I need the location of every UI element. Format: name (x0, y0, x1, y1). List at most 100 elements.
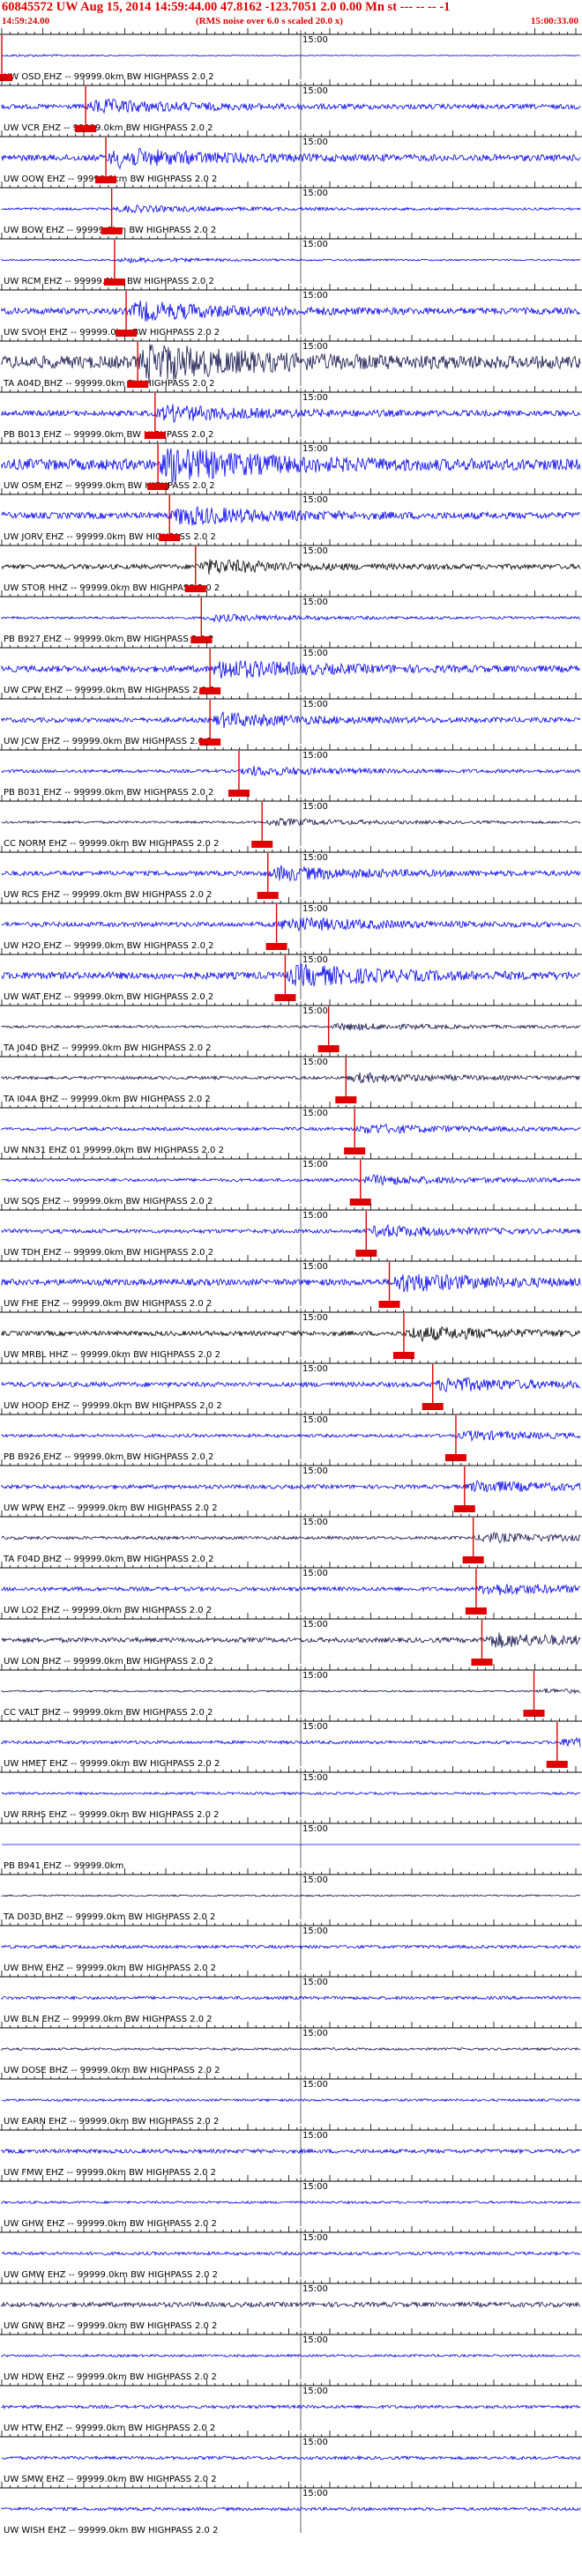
waveform (1, 98, 581, 115)
phase-pick-flag (546, 1761, 568, 1768)
station-label: UW JCW EHZ -- 99999.0km BW HIGHPASS 2.0 … (4, 737, 213, 746)
minute-tick-label: 15:00 (302, 2489, 328, 2498)
trace-row: 15:00 UW OSD EHZ -- 99999.0km BW HIGHPASS… (0, 28, 582, 82)
station-label: UW RCS EHZ -- 99999.0km BW HIGHPASS 2.0 … (4, 890, 213, 900)
minute-tick-label: 15:00 (302, 137, 328, 147)
station-label: TA I04A BHZ -- 99999.0km BW HIGHPASS 2.0… (3, 1095, 211, 1104)
waveform (1, 1791, 580, 1796)
phase-pick-flag (101, 227, 123, 234)
minute-tick-label: 15:00 (302, 2131, 328, 2141)
station-label: UW EARN EHZ -- 99999.0km BW HIGHPASS 2.0… (4, 2117, 219, 2127)
trace-row: 15:00 UW LON BHZ -- 99999.0km BW HIGHPASS… (0, 1613, 582, 1667)
station-label: UW CPW EHZ -- 99999.0km BW HIGHPASS 2.0 … (4, 686, 215, 695)
trace-row: 15:00 UW NN31 EHZ 01 99999.0km BW HIGHPAS… (0, 1102, 582, 1155)
trace-row: 15:00 TA D03D BHZ -- 99999.0km BW HIGHPAS… (0, 1868, 582, 1922)
waveform (1, 1325, 581, 1343)
station-label: UW BHW EHZ -- 99999.0km BW HIGHPASS 2.0 … (4, 1964, 216, 1973)
trace-row: 15:00 PB B031 EHZ -- 99999.0km BW HIGHPAS… (0, 744, 582, 798)
seismogram-panel: 15:00 UW OSD EHZ -- 99999.0km BW HIGHPASS… (0, 0, 582, 2576)
station-label: UW NN31 EHZ 01 99999.0km BW HIGHPASS 2.0… (4, 1146, 224, 1155)
station-label: UW OSD EHZ -- 99999.0km BW HIGHPASS 2.0 … (4, 72, 214, 82)
waveform (1, 1480, 581, 1493)
minute-tick-label: 15:00 (302, 393, 328, 403)
minute-tick-label: 15:00 (302, 955, 328, 965)
phase-pick-flag (453, 1505, 475, 1512)
phase-pick-flag (344, 1147, 366, 1154)
trace-row: 15:00 UW WISH EHZ -- 99999.0km BW HIGHPAS… (0, 2482, 582, 2535)
trace-row: 15:00 UW WPW EHZ -- 99999.0km BW HIGHPASS… (0, 1459, 582, 1513)
phase-pick-flag (147, 483, 169, 490)
minute-tick-label: 15:00 (302, 189, 328, 198)
waveform (1, 1072, 581, 1084)
station-label: TA J04D BHZ -- 99999.0km BW HIGHPASS 2.0… (3, 1043, 212, 1053)
trace-row: 15:00 UW VCR EHZ -- 99999.0km BW HIGHPASS… (0, 79, 582, 133)
waveform (1, 2097, 581, 2103)
minute-tick-label: 15:00 (302, 291, 328, 301)
minute-tick-label: 15:00 (302, 240, 328, 249)
phase-pick-flag (228, 790, 250, 797)
station-label: UW RRHS EHZ -- 99999.0km BW HIGHPASS 2.0… (4, 1810, 220, 1820)
minute-tick-label: 15:00 (302, 1262, 328, 1272)
waveform (1, 2505, 581, 2512)
trace-row: 15:00 PB B927 EHZ -- 99999.0km BW HIGHPAS… (0, 590, 582, 644)
station-label: UW WISH EHZ -- 99999.0km BW HIGHPASS 2.0… (4, 2526, 218, 2535)
waveform (1, 1223, 581, 1237)
station-label: TA D03D BHZ -- 99999.0km BW HIGHPASS 2.0… (3, 1912, 215, 1922)
minute-tick-label: 15:00 (302, 649, 328, 658)
waveform (1, 344, 581, 382)
waveform (1, 865, 581, 882)
waveform (1, 1429, 581, 1442)
trace-row: 15:00 PB B013 EHZ -- 99999.0km BW HIGHPAS… (0, 386, 582, 440)
minute-tick-label: 15:00 (302, 2335, 328, 2345)
minute-tick-label: 15:00 (302, 1671, 328, 1681)
minute-tick-label: 15:00 (302, 2387, 328, 2396)
trace-row: 15:00 UW WAT EHZ -- 99999.0km BW HIGHPASS… (0, 948, 582, 1002)
minute-tick-label: 15:00 (302, 1620, 328, 1629)
trace-row: 15:00 UW FHE EHZ -- 99999.0km BW HIGHPASS… (0, 1255, 582, 1309)
trace-row: 15:00 TA I04A BHZ -- 99999.0km BW HIGHPAS… (0, 1050, 582, 1104)
station-label: CC NORM EHZ -- 99999.0km BW HIGHPASS 2.0… (4, 839, 219, 849)
trace-row: 15:00 CC VALT BHZ -- 99999.0km BW HIGHPAS… (0, 1664, 582, 1718)
phase-pick-flag (116, 330, 138, 337)
trace-row: 15:00 UW OSM EHZ -- 99999.0km BW HIGHPASS… (0, 437, 582, 491)
station-label: UW WPW EHZ -- 99999.0km BW HIGHPASS 2.0 … (4, 1503, 218, 1513)
minute-tick-label: 15:00 (302, 598, 328, 607)
trace-row: 15:00 UW DOSE BHZ -- 99999.0km BW HIGHPAS… (0, 2022, 582, 2075)
trace-row: 15:00 UW MRBL HHZ -- 99999.0km BW HIGHPAS… (0, 1306, 582, 1360)
phase-pick-flag (465, 1607, 487, 1615)
phase-pick-flag (127, 381, 149, 388)
minute-tick-label: 15:00 (302, 1415, 328, 1425)
waveform (1, 1532, 581, 1544)
waveform (1, 2353, 580, 2358)
phase-pick-flag (257, 892, 279, 899)
trace-row: 15:00 UW HOOD EHZ -- 99999.0km BW HIGHPAS… (0, 1357, 582, 1411)
waveform (1, 448, 581, 483)
waveform (1, 1736, 581, 1748)
minute-tick-label: 15:00 (302, 495, 328, 505)
station-label: UW GNW BHZ -- 99999.0km BW HIGHPASS 2.0 … (4, 2321, 217, 2331)
station-label: UW OSM EHZ -- 99999.0km BW HIGHPASS 2.0 … (4, 481, 215, 491)
waveform (1, 1995, 581, 2001)
trace-row: 15:00 UW CPW EHZ -- 99999.0km BW HIGHPASS… (0, 642, 582, 695)
trace-row: 15:00 UW HMET EHZ -- 99999.0km BW HIGHPAS… (0, 1715, 582, 1769)
waveform (1, 1377, 581, 1393)
minute-tick-label: 15:00 (302, 1569, 328, 1578)
phase-pick-flag (349, 1199, 371, 1206)
trace-row: 15:00UW OOW EHZ -- 99999.0km BW HIGHPASS… (0, 130, 582, 184)
waveform (1, 817, 581, 827)
trace-row: 15:00 UW HTW EHZ -- 99999.0km BW HIGHPASS… (0, 2379, 582, 2433)
station-label: UW GHW EHZ -- 99999.0km BW HIGHPASS 2.0 … (4, 2219, 217, 2229)
station-label: UW TDH EHZ -- 99999.0km BW HIGHPASS 2.0 … (4, 1248, 213, 1258)
minute-tick-label: 15:00 (302, 1211, 328, 1221)
waveform (1, 559, 581, 575)
station-label: PB B941 EHZ -- 99999.0km (4, 1861, 123, 1871)
minute-tick-label: 15:00 (302, 1006, 328, 1016)
waveform (1, 1124, 581, 1134)
phase-pick-flag (317, 1045, 340, 1052)
seismogram-svg: 15:00 UW OSD EHZ -- 99999.0km BW HIGHPASS… (0, 28, 582, 2535)
phase-pick-flag (462, 1556, 484, 1563)
station-label: UW FHE EHZ -- 99999.0km BW HIGHPASS 2.0 … (4, 1299, 212, 1309)
waveform (1, 1583, 581, 1595)
station-label: UW JORV EHZ -- 99999.0km BW HIGHPASS 2.0… (4, 532, 216, 542)
waveform (1, 147, 581, 170)
